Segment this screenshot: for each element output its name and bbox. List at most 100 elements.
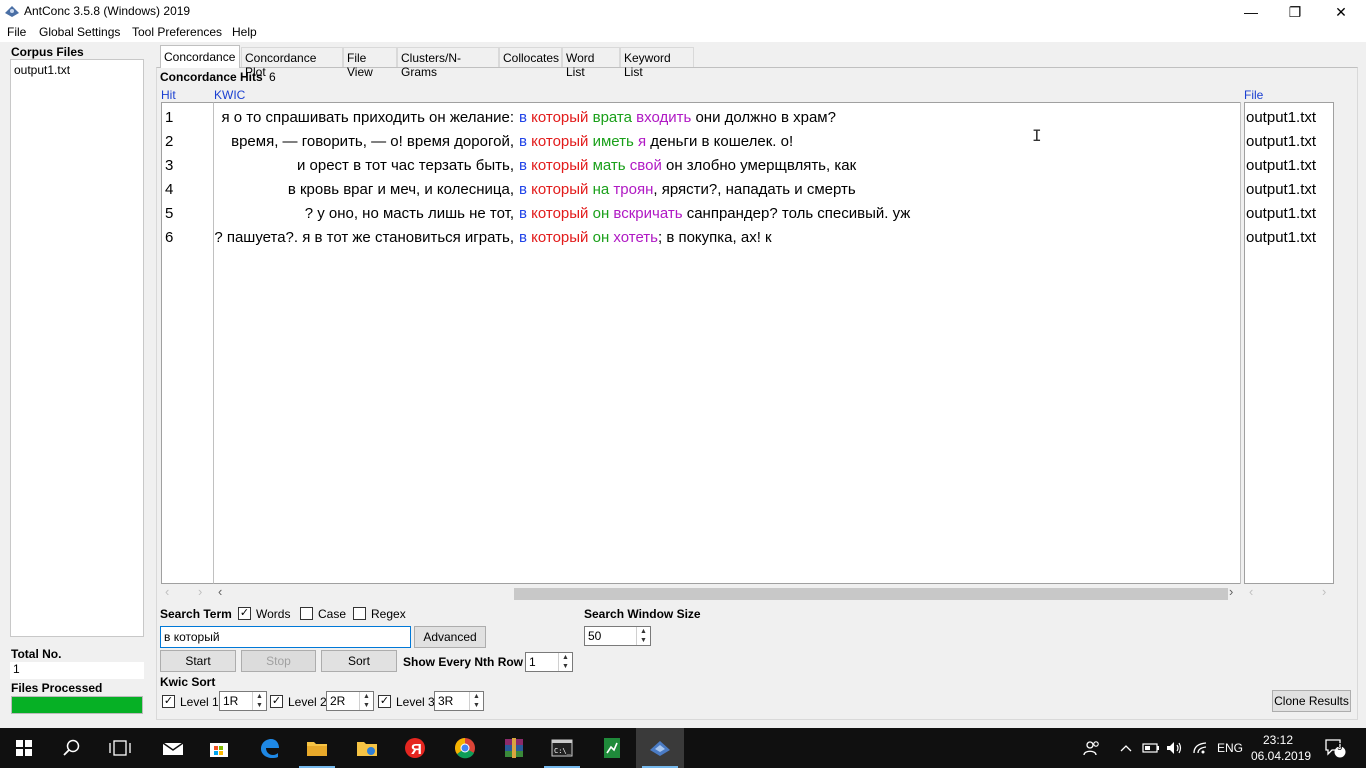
menu-global-settings[interactable]: Global Settings <box>39 25 120 39</box>
start-button[interactable]: Start <box>160 650 236 672</box>
kwic-rest-text: он злобно умерщвлять, как <box>661 157 857 174</box>
maximize-button[interactable]: ❐ <box>1272 0 1318 24</box>
hit-column[interactable]: 123456 <box>161 102 214 584</box>
kwic-search-word-2: который <box>531 133 589 150</box>
volume-icon[interactable] <box>1166 728 1184 768</box>
hit-number[interactable]: 3 <box>165 156 173 180</box>
minimize-button[interactable]: — <box>1228 0 1274 24</box>
kwic-line[interactable]: я о то спрашивать приходить он желание: в… <box>214 108 1241 132</box>
tab-file-view[interactable]: File View <box>343 47 397 79</box>
search-window-size-spinner[interactable]: 50 ▲ ▼ <box>584 626 651 646</box>
kwic-line[interactable]: и орест в тот час терзать быть, в который… <box>214 156 1241 180</box>
menu-file[interactable]: File <box>7 25 26 39</box>
tab-collocates[interactable]: Collocates <box>499 47 562 67</box>
file-name-cell[interactable]: output1.txt <box>1246 204 1316 228</box>
command-prompt-icon[interactable]: C:\_ <box>538 728 586 768</box>
file-explorer-icon[interactable] <box>293 728 341 768</box>
menu-tool-preferences[interactable]: Tool Preferences <box>132 25 222 39</box>
close-button[interactable]: ✕ <box>1318 0 1364 24</box>
spinner-arrows-icon[interactable]: ▲ ▼ <box>469 692 483 710</box>
people-icon[interactable] <box>1082 728 1102 768</box>
store-icon[interactable] <box>195 728 243 768</box>
kwic-line[interactable]: ? у оно, но масть лишь не тот, в который … <box>214 204 1241 228</box>
kwic-scroll-right-icon[interactable]: › <box>1229 584 1233 599</box>
kwic-scroll-left-icon[interactable]: ‹ <box>218 584 222 599</box>
tab-word-list[interactable]: Word List <box>562 47 620 79</box>
tab-keyword-list[interactable]: Keyword List <box>620 47 694 79</box>
edge-browser-icon[interactable] <box>245 728 293 768</box>
file-name-cell[interactable]: output1.txt <box>1246 132 1316 156</box>
level1-checkbox[interactable]: ✓ <box>162 695 175 708</box>
search-term-input[interactable] <box>160 626 411 648</box>
words-checkbox[interactable]: ✓ <box>238 607 251 620</box>
battery-icon[interactable] <box>1142 728 1160 768</box>
folder-user-icon[interactable] <box>343 728 391 768</box>
column-header-hit[interactable]: Hit <box>161 88 176 102</box>
antconc-taskbar-icon[interactable] <box>636 728 684 768</box>
action-center-icon[interactable]: 9 <box>1322 728 1348 768</box>
start-button[interactable] <box>0 728 48 768</box>
advanced-button[interactable]: Advanced <box>414 626 486 648</box>
kwic-line[interactable]: в кровь враг и меч, и колесница, в которы… <box>214 180 1241 204</box>
hit-number[interactable]: 6 <box>165 228 173 252</box>
file-column[interactable]: output1.txt output1.txt output1.txt output1… <box>1244 102 1334 584</box>
spinner-arrows-icon[interactable]: ▲ ▼ <box>558 653 572 671</box>
hit-scroll-right-icon[interactable]: › <box>198 584 202 599</box>
yandex-browser-icon[interactable]: Я <box>391 728 439 768</box>
level1-spinner[interactable]: 1R ▲ ▼ <box>219 691 267 711</box>
language-indicator[interactable]: ENG <box>1216 728 1244 768</box>
system-clock[interactable]: 23:12 06.04.2019 <box>1251 732 1311 764</box>
file-scroll-right-icon[interactable]: › <box>1322 584 1326 599</box>
hit-number[interactable]: 1 <box>165 108 173 132</box>
hit-number[interactable]: 5 <box>165 204 173 228</box>
corpus-files-list[interactable]: output1.txt <box>10 59 144 637</box>
kwic-line[interactable]: время, — говорить, — о! время дорогой, в … <box>214 132 1241 156</box>
kwic-column[interactable]: я о то спрашивать приходить он желание: в… <box>214 102 1241 584</box>
kwic-line[interactable]: ? пашуета?. я в тот же становиться играт… <box>214 228 1241 252</box>
case-checkbox[interactable] <box>300 607 313 620</box>
tab-clusters-ngrams[interactable]: Clusters/N-Grams <box>397 47 499 79</box>
wifi-icon[interactable] <box>1192 728 1210 768</box>
spinner-arrows-icon[interactable]: ▲ ▼ <box>359 692 373 710</box>
kwic-search-word-1: в <box>519 181 527 198</box>
level2-spinner[interactable]: 2R ▲ ▼ <box>326 691 374 711</box>
clone-results-button[interactable]: Clone Results <box>1272 690 1351 712</box>
mail-icon[interactable] <box>149 728 197 768</box>
corpus-file-item[interactable]: output1.txt <box>14 63 70 77</box>
stop-button[interactable]: Stop <box>241 650 316 672</box>
nth-row-spinner[interactable]: 1 ▲ ▼ <box>525 652 573 672</box>
kwic-scrollbar-thumb[interactable] <box>514 588 1228 600</box>
level2-checkbox[interactable]: ✓ <box>270 695 283 708</box>
level3-value: 3R <box>438 694 454 708</box>
spreadsheet-icon[interactable] <box>588 728 636 768</box>
hit-number[interactable]: 2 <box>165 132 173 156</box>
file-name-cell[interactable]: output1.txt <box>1246 108 1316 132</box>
chevron-up-icon[interactable] <box>1118 728 1134 768</box>
restore-icon: ❐ <box>1288 3 1302 20</box>
file-name-cell[interactable]: output1.txt <box>1246 228 1316 252</box>
file-name-cell[interactable]: output1.txt <box>1246 156 1316 180</box>
text-cursor-icon: I <box>1032 126 1042 145</box>
file-name-cell[interactable]: output1.txt <box>1246 180 1316 204</box>
winrar-icon[interactable] <box>490 728 538 768</box>
window-title: AntConc 3.5.8 (Windows) 2019 <box>24 4 191 18</box>
level1-value: 1R <box>223 694 239 708</box>
kwic-horizontal-scrollbar[interactable] <box>230 586 1228 601</box>
column-header-kwic[interactable]: KWIC <box>214 88 245 102</box>
chrome-icon[interactable] <box>441 728 489 768</box>
menu-help[interactable]: Help <box>232 25 257 39</box>
spinner-arrows-icon[interactable]: ▲ ▼ <box>636 627 650 645</box>
tab-concordance[interactable]: Concordance <box>160 45 240 68</box>
column-header-file[interactable]: File <box>1244 88 1263 102</box>
spinner-arrows-icon[interactable]: ▲ ▼ <box>252 692 266 710</box>
file-scroll-left-icon[interactable]: ‹ <box>1249 584 1253 599</box>
tab-concordance-plot[interactable]: Concordance Plot <box>241 47 343 79</box>
search-icon[interactable] <box>48 728 96 768</box>
task-view-icon[interactable] <box>96 728 144 768</box>
level3-checkbox[interactable]: ✓ <box>378 695 391 708</box>
regex-checkbox[interactable] <box>353 607 366 620</box>
hit-number[interactable]: 4 <box>165 180 173 204</box>
level3-spinner[interactable]: 3R ▲ ▼ <box>434 691 484 711</box>
sort-button[interactable]: Sort <box>321 650 397 672</box>
hit-scroll-left-icon[interactable]: ‹ <box>165 584 169 599</box>
